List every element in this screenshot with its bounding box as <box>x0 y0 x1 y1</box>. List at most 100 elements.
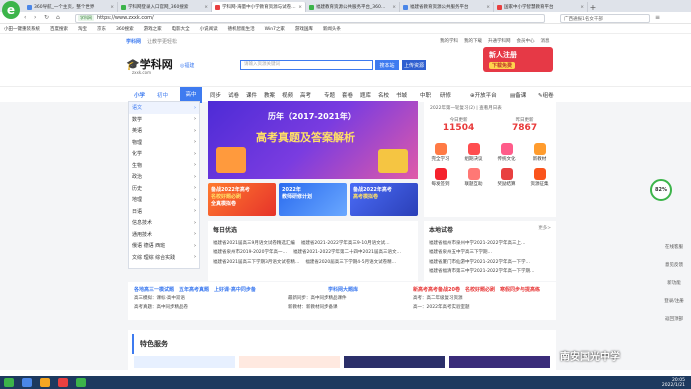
nav-item[interactable]: 高考 <box>300 91 311 99</box>
promo-card[interactable]: 备战2022年高考 高考模拟卷 <box>350 183 418 216</box>
bookmark-item[interactable]: 德机智能生活 <box>228 26 255 32</box>
back-icon[interactable]: ‹ <box>24 14 26 21</box>
quick-link[interactable]: 资源征集 <box>525 168 555 187</box>
nav-item[interactable]: 中职 <box>420 91 431 99</box>
user-link[interactable]: 我的下载 <box>464 38 482 44</box>
stage-tab[interactable]: 初中 <box>157 91 168 99</box>
nav-item[interactable]: 专题 <box>324 91 335 99</box>
nav-item[interactable]: 书城 <box>396 91 407 99</box>
subject-item[interactable]: 通用技术 › <box>129 229 199 241</box>
quick-link[interactable]: 组期决议 <box>459 143 489 162</box>
customer-service-button[interactable]: 在线客服 <box>660 244 688 250</box>
taskbar-app-icon[interactable] <box>76 378 86 387</box>
subject-item[interactable]: 化学 › <box>129 148 199 160</box>
quick-link[interactable]: 完全学习 <box>426 143 456 162</box>
more-link[interactable]: 更多> <box>538 225 551 234</box>
feature-card[interactable] <box>344 356 445 368</box>
nav-item[interactable]: ⊕开放平台 <box>470 91 497 99</box>
forward-icon[interactable]: › <box>34 14 36 21</box>
clock[interactable]: 20:05 2022/1/21 <box>662 378 685 388</box>
list-item[interactable]: 福建省2021届高三9月语文试卷精选汇编 福建省2021-2022学年高三9-10… <box>213 238 413 248</box>
list-item[interactable]: 福建省泉州五中学高三下学期… <box>429 248 551 258</box>
subject-item[interactable]: 文综 理综 综合实践 › <box>129 252 199 264</box>
nav-item[interactable]: 套卷 <box>342 91 353 99</box>
promo-column[interactable]: 学科网大题库 最新同步：高中同步精品课件 新教材：新教材同步备课 <box>288 286 398 312</box>
nav-item[interactable]: 名校 <box>378 91 389 99</box>
nav-item[interactable]: 课件 <box>246 91 257 99</box>
login-button[interactable]: 登录/注册 <box>660 298 688 304</box>
bookmark-item[interactable]: 新闻头条 <box>323 26 341 32</box>
nav-item[interactable]: 题库 <box>360 91 371 99</box>
quick-link[interactable]: 每发签到 <box>426 168 456 187</box>
site-search-button[interactable]: 搜本站 <box>375 60 399 70</box>
close-tab-icon[interactable]: × <box>204 5 208 10</box>
subject-item[interactable]: 生物 › <box>129 160 199 172</box>
browser-tab[interactable]: 国家中小学智慧教育平台 × <box>494 2 588 12</box>
list-item[interactable]: 福建省福州市泉州中学2021-2022学年高三上… <box>429 238 551 248</box>
subject-item[interactable]: 日语 › <box>129 206 199 218</box>
close-tab-icon[interactable]: × <box>110 5 114 10</box>
quick-link[interactable]: 传统文化 <box>492 143 522 162</box>
subject-item[interactable]: 俄语 德语 西班 › <box>129 240 199 252</box>
feature-card[interactable] <box>449 356 550 368</box>
list-item[interactable]: 福建省厦门市仙游中学2021-2022学年高一下学… <box>429 257 551 267</box>
quick-link[interactable]: 新教材 <box>525 143 555 162</box>
location-selector[interactable]: ◎福建 <box>180 62 194 69</box>
promo-card[interactable]: 2022年 教师研修计划 <box>279 183 347 216</box>
hero-banner[interactable]: 历年（2017-2021年） 高考真题及答案解析 <box>208 101 418 179</box>
user-link[interactable]: 我的学科 <box>440 38 458 44</box>
refresh-icon[interactable]: ↻ <box>44 14 49 21</box>
bookmark-item[interactable]: 游戏国库 <box>295 26 313 32</box>
taskbar-app-icon[interactable] <box>22 378 32 387</box>
start-icon[interactable] <box>4 378 14 387</box>
browser-tab[interactable]: 学科网登录入口官网_360搜索 × <box>118 2 212 12</box>
site-search-input[interactable]: 请输入资源关键词 <box>240 60 373 70</box>
speed-ball-widget[interactable]: 82% <box>650 179 672 201</box>
nav-item[interactable]: 同步 <box>210 91 221 99</box>
subject-item[interactable]: 物理 › <box>129 137 199 149</box>
user-link[interactable]: 消息 <box>541 38 550 44</box>
close-tab-icon[interactable]: × <box>392 5 396 10</box>
close-tab-icon[interactable]: × <box>298 5 302 10</box>
back-to-top-button[interactable]: 返回顶部 <box>660 316 688 322</box>
stage-tab[interactable]: 小学 <box>134 91 145 99</box>
quick-link[interactable]: 奖励结算 <box>492 168 522 187</box>
user-link[interactable]: 会员中心 <box>517 38 535 44</box>
subject-item[interactable]: 英语 › <box>129 125 199 137</box>
bookmark-item[interactable]: 360搜索 <box>116 26 134 32</box>
bookmark-item[interactable]: 小田一键重装系统 <box>4 26 40 32</box>
subject-item[interactable]: 地理 › <box>129 194 199 206</box>
nav-item[interactable]: 试卷 <box>228 91 239 99</box>
browser-tab-active[interactable]: 学科网-海量中小学教育资源与试卷… × <box>212 2 306 12</box>
upload-button[interactable]: 上传资源 <box>402 60 426 70</box>
register-ad-banner[interactable]: 新人注册 下载免费 <box>483 47 553 72</box>
menu-icon[interactable]: ≡ <box>655 14 660 21</box>
browser-tab[interactable]: 福建教育资源公共服务平台_360… × <box>306 2 400 12</box>
new-tab-button[interactable]: + <box>588 3 598 12</box>
subject-item[interactable]: 历史 › <box>129 183 199 195</box>
taskbar-app-icon[interactable] <box>58 378 68 387</box>
new-feature-button[interactable]: 新功能 <box>660 280 688 286</box>
browser-logo-icon[interactable]: e <box>2 1 20 19</box>
feedback-button[interactable]: 意见反馈 <box>660 262 688 268</box>
subject-item[interactable]: 语文 › <box>129 102 199 114</box>
user-link[interactable]: 升通学科网 <box>488 38 511 44</box>
promo-column[interactable]: 新高考高考备战20卷 名校好题必刷 寒假同步与提高练 高考：高二年级复习资源 高… <box>413 286 551 312</box>
promo-column[interactable]: 各地高三一模试题 五年高考真题 上好课·高中同步备 高三模拟：课标·高中双语 高… <box>134 286 269 312</box>
close-tab-icon[interactable]: × <box>580 5 584 10</box>
bookmark-item[interactable]: 小说阅读 <box>200 26 218 32</box>
nav-item[interactable]: ✎组卷 <box>538 91 554 99</box>
browser-search-input[interactable]: 广西通报1名女干部 <box>560 13 650 23</box>
bookmark-item[interactable]: 百度搜索 <box>50 26 68 32</box>
subject-item[interactable]: 信息技术 › <box>129 217 199 229</box>
nav-item[interactable]: ▤备课 <box>510 91 526 99</box>
home-icon[interactable]: ⌂ <box>56 14 60 21</box>
nav-item[interactable]: 教案 <box>264 91 275 99</box>
browser-tab[interactable]: 福建省教育资源公共服务平台 × <box>400 2 494 12</box>
close-tab-icon[interactable]: × <box>486 5 490 10</box>
nav-item[interactable]: 研修 <box>440 91 451 99</box>
bookmark-item[interactable]: 电影大全 <box>172 26 190 32</box>
top-link[interactable]: 学科网 <box>126 38 141 45</box>
feature-card[interactable] <box>134 356 235 368</box>
bookmark-item[interactable]: 淘宝 <box>78 26 87 32</box>
